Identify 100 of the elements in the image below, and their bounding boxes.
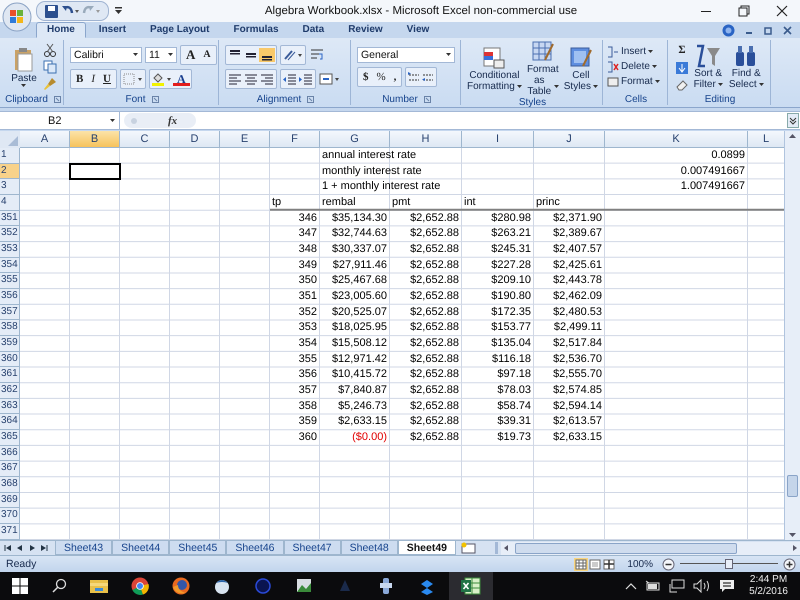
column-header[interactable]: C (120, 131, 170, 148)
percent-button[interactable]: % (372, 68, 390, 84)
column-header[interactable]: L (748, 131, 784, 148)
row-header[interactable]: 357 (0, 304, 20, 320)
decrease-indent-icon[interactable] (282, 72, 298, 86)
windows-start-icon[interactable] (12, 578, 28, 594)
dialog-launcher-icon[interactable] (307, 96, 314, 102)
page-layout-icon[interactable] (588, 558, 602, 570)
dialog-launcher-icon[interactable] (54, 96, 61, 102)
row-header[interactable]: 367 (0, 461, 20, 478)
find-select-button[interactable]: Find & Select (726, 44, 766, 90)
ribbon-tab[interactable]: Data (292, 22, 336, 38)
previous-sheet-icon[interactable] (15, 543, 25, 553)
page-break-icon[interactable] (602, 558, 616, 570)
split-handle[interactable] (495, 542, 498, 554)
column-header[interactable]: B (70, 131, 120, 148)
font-name-field[interactable]: Calibri (70, 46, 142, 62)
paste-button[interactable]: Paste (9, 46, 39, 86)
sheet-tab[interactable]: Sheet44 (112, 541, 170, 555)
browser-icon[interactable] (131, 577, 149, 595)
align-bottom-icon[interactable] (259, 48, 275, 62)
format-as-table-button[interactable]: Format as Table (524, 40, 561, 97)
row-header[interactable]: 354 (0, 258, 20, 274)
column-header[interactable]: I (462, 131, 534, 148)
italic-button[interactable]: I (87, 70, 100, 86)
row-header[interactable]: 365 (0, 430, 20, 446)
next-sheet-icon[interactable] (27, 543, 37, 553)
row-header[interactable]: 2 (0, 164, 20, 180)
currency-button[interactable]: $ (359, 68, 372, 84)
save-icon[interactable] (45, 4, 58, 18)
font-size-field[interactable]: 11 (145, 46, 177, 62)
folder-icon[interactable] (90, 578, 108, 594)
clock-date[interactable]: 5/2/2016 (749, 586, 788, 598)
restore-icon[interactable] (738, 5, 750, 17)
comma-button[interactable]: , (390, 68, 400, 84)
search-icon[interactable] (51, 578, 67, 594)
clock-time[interactable]: 2:44 PM (750, 574, 788, 586)
network-icon[interactable] (669, 579, 686, 593)
number-format-field[interactable]: General (357, 46, 455, 62)
row-header[interactable]: 363 (0, 398, 20, 414)
column-header[interactable]: H (390, 131, 462, 148)
wrap-text-icon[interactable] (309, 48, 325, 62)
delete-button[interactable]: Delete (607, 60, 657, 72)
ribbon-tab[interactable]: Formulas (222, 22, 290, 38)
row-header[interactable]: 355 (0, 273, 20, 290)
photo-app-icon[interactable] (295, 577, 313, 595)
first-sheet-icon[interactable] (3, 543, 13, 553)
sort-filter-button[interactable]: Sort & Filter (692, 44, 725, 90)
active-taskbar-button[interactable] (449, 572, 493, 600)
dialog-launcher-icon[interactable] (152, 96, 158, 102)
last-sheet-icon[interactable] (39, 543, 49, 553)
scroll-thumb[interactable] (515, 542, 738, 554)
ribbon-tab[interactable]: Insert (88, 22, 138, 38)
row-header[interactable]: 4 (0, 195, 20, 211)
spreadsheet-app-icon[interactable] (461, 577, 481, 595)
row-header[interactable]: 361 (0, 367, 20, 384)
row-header[interactable]: 371 (0, 524, 20, 540)
increase-indent-icon[interactable] (298, 72, 314, 86)
ribbon-tab[interactable]: View (396, 22, 440, 38)
scissors-icon[interactable] (42, 42, 57, 56)
scroll-thumb[interactable] (787, 475, 798, 497)
align-left-icon[interactable] (227, 72, 243, 86)
sheet-tab[interactable]: Sheet46 (226, 541, 284, 555)
sheet-tab[interactable]: Sheet49 (398, 541, 456, 555)
row-header[interactable]: 351 (0, 210, 20, 226)
zoom-out-icon[interactable] (662, 558, 675, 570)
zoom-level[interactable]: 100% (627, 558, 653, 570)
office-button[interactable] (2, 2, 32, 32)
vertical-scrollbar[interactable] (784, 131, 800, 540)
column-header[interactable]: F (270, 131, 320, 148)
column-header[interactable]: A (20, 131, 70, 148)
volume-icon[interactable] (693, 579, 712, 593)
eraser-icon[interactable] (674, 78, 689, 92)
row-header[interactable]: 362 (0, 383, 20, 399)
row-header[interactable]: 366 (0, 446, 20, 462)
fill-color-icon[interactable] (150, 72, 173, 86)
ribbon-tab[interactable]: Page Layout (139, 22, 220, 38)
sheet-tab[interactable]: Sheet43 (55, 541, 112, 555)
dialog-launcher-icon[interactable] (424, 96, 431, 102)
sheet-tab[interactable]: Sheet47 (284, 541, 341, 555)
mail-bird-icon[interactable] (213, 577, 231, 595)
help-icon[interactable] (722, 24, 735, 36)
battery-icon[interactable] (645, 580, 662, 592)
expand-icon[interactable] (787, 113, 799, 128)
sheet-tab[interactable]: Sheet48 (340, 541, 398, 555)
align-center-icon[interactable] (243, 72, 259, 86)
column-header[interactable]: J (534, 131, 605, 148)
row-header[interactable]: 1 (0, 148, 20, 164)
bold-button[interactable]: B (72, 70, 88, 86)
fox-globe-icon[interactable] (172, 577, 190, 595)
row-header[interactable]: 360 (0, 352, 20, 368)
notification-icon[interactable] (719, 579, 736, 593)
close-icon[interactable] (776, 5, 788, 17)
circle-app-icon[interactable] (254, 577, 272, 595)
row-header[interactable]: 368 (0, 477, 20, 493)
row-header[interactable]: 370 (0, 508, 20, 524)
row-header[interactable]: 352 (0, 226, 20, 242)
format-button[interactable]: Format (607, 76, 660, 88)
ribbon-tab[interactable]: Review (337, 22, 394, 38)
row-header[interactable]: 356 (0, 289, 20, 305)
